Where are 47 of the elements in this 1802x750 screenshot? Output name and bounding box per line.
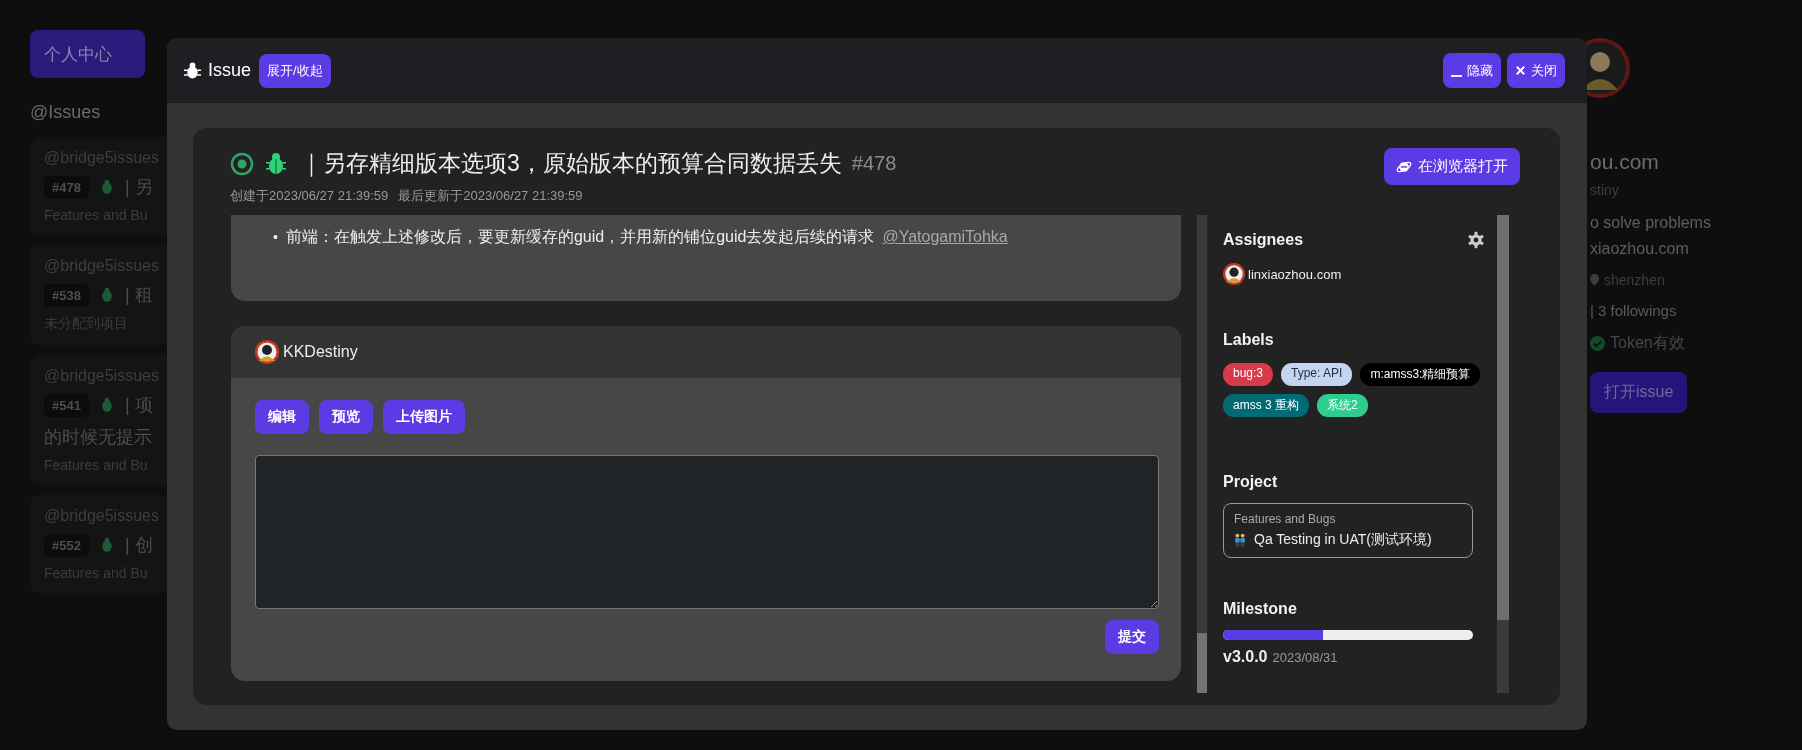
profile-bio: o solve problems — [1590, 214, 1711, 232]
section-heading: @Issues — [30, 102, 102, 123]
updated-time: 最后更新于2023/06/27 21:39:59 — [398, 187, 583, 205]
issue-title: ｜另存精细版本选项3，原始版本的预算合同数据丢失 — [300, 149, 842, 179]
home-button[interactable]: 个人中心 — [30, 30, 145, 78]
section-heading: Assignees — [1223, 231, 1304, 249]
issue-number: #478 — [44, 175, 89, 199]
label-tag: Type: API — [1281, 363, 1353, 386]
label-tag: m:amss3:精细预算 — [1360, 363, 1481, 386]
label-tag: 系统2 — [1317, 394, 1368, 417]
token-status: Token有效 — [1610, 333, 1685, 353]
toggle-button[interactable]: 展开/收起 — [259, 53, 331, 88]
profile-name: ou.com — [1590, 150, 1659, 174]
hide-button[interactable]: 隐藏 — [1443, 53, 1501, 88]
label-tag: bug:3 — [1223, 363, 1274, 386]
profile-website: xiaozhou.com — [1590, 240, 1689, 258]
mention-link[interactable]: @YatogamiTohka — [882, 227, 1008, 247]
open-in-browser-button[interactable]: 在浏览器打开 — [1384, 148, 1520, 185]
project-column: Qa Testing in UAT(测试环境) — [1254, 531, 1432, 549]
project-board: Features and Bugs — [1234, 512, 1337, 526]
issue-number: #541 — [44, 393, 89, 417]
submit-button[interactable]: 提交 — [1105, 620, 1159, 654]
issue-title: | 租 — [124, 284, 153, 307]
dialog-title: Issue — [208, 60, 252, 81]
label-tag: amss 3 重构 — [1223, 394, 1309, 417]
assignee-name: linxiaozhou.com — [1248, 266, 1342, 282]
section-heading: Milestone — [1223, 600, 1297, 618]
issue-number: #538 — [44, 283, 89, 307]
section-heading: Labels — [1223, 331, 1274, 349]
editor-button[interactable]: 预览 — [319, 400, 373, 434]
issue-title: | 创 — [124, 534, 153, 557]
editor-button[interactable]: 编辑 — [255, 400, 309, 434]
issue-number: #478 — [851, 152, 897, 175]
list-item-text: 前端：在触发上述修改后，要更新缓存的guid，并用新的铺位guid去发起后续的请求 — [285, 227, 875, 247]
issue-number: #552 — [44, 533, 89, 557]
issue-title: | 另 — [124, 176, 153, 199]
milestone-version: v3.0.0 — [1223, 648, 1268, 666]
follow-count: | 3 followings — [1590, 302, 1677, 319]
bullet: • — [273, 228, 278, 247]
close-button[interactable]: 关闭 — [1507, 53, 1565, 88]
created-time: 创建于2023/06/27 21:39:59 — [230, 187, 389, 205]
user-name: KKDestiny — [283, 343, 358, 361]
issue-title: 的时候无提示 — [44, 426, 153, 449]
editor-button[interactable]: 上传图片 — [383, 400, 465, 434]
issue-title: | 项 — [124, 394, 153, 417]
section-heading: Project — [1223, 473, 1278, 491]
milestone-due-date: 2023/08/31 — [1272, 650, 1338, 665]
